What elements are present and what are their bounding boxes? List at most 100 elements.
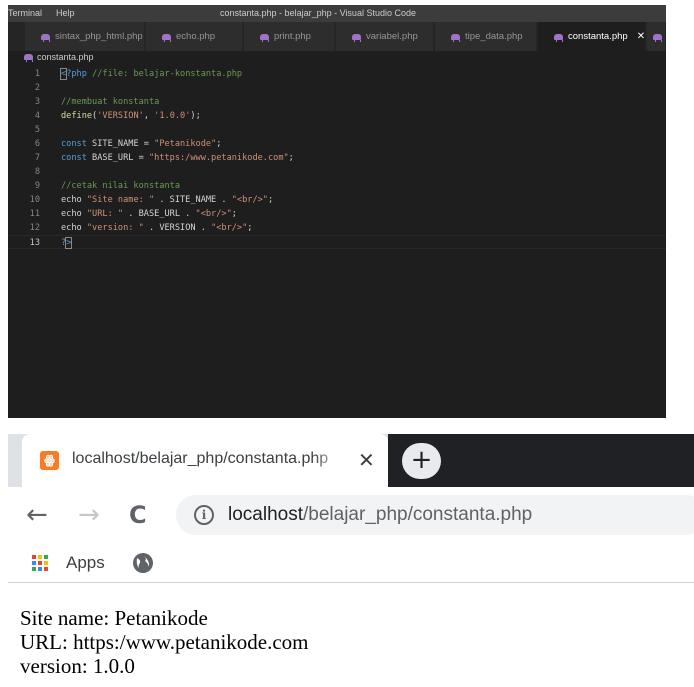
tab-echo[interactable]: echo.php bbox=[146, 22, 243, 51]
info-icon[interactable]: i bbox=[194, 505, 214, 525]
code-text: const BASE_URL = "https:/www.petanikode.… bbox=[61, 151, 294, 165]
close-icon[interactable]: ✕ bbox=[637, 22, 645, 51]
tab-label: tipe_data.php bbox=[465, 31, 523, 42]
code-token: const bbox=[61, 153, 87, 163]
code-token: define bbox=[61, 111, 93, 121]
tab-tipe-data[interactable]: tipe_data.php bbox=[435, 22, 537, 51]
php-file-icon bbox=[41, 33, 50, 42]
code-token: ; bbox=[267, 195, 274, 205]
code-line[interactable]: 5 bbox=[8, 123, 666, 137]
url-path: /belajar_php/constanta.php bbox=[303, 504, 533, 525]
php-file-icon bbox=[352, 33, 361, 42]
code-line[interactable]: 10 echo "Site name: " . SITE_NAME . "<br/… bbox=[8, 193, 666, 207]
output-line-site-name: Site name: Petanikode bbox=[20, 606, 208, 630]
code-text: <?php //file: belajar-konstanta.php bbox=[59, 67, 243, 81]
menu-help[interactable]: Help bbox=[56, 5, 75, 22]
code-line[interactable]: 1 <?php //file: belajar-konstanta.php bbox=[8, 67, 666, 81]
code-token: ?php bbox=[66, 69, 93, 79]
code-token: //membuat konstanta bbox=[61, 97, 160, 107]
tab-sintax-php-html[interactable]: sintax_php_html.php bbox=[25, 22, 145, 51]
new-tab-button[interactable]: + bbox=[402, 443, 441, 479]
code-token: "<br/>" bbox=[211, 223, 248, 233]
line-number: 4 bbox=[34, 111, 40, 121]
tab-label: echo.php bbox=[176, 31, 216, 42]
code-token: , bbox=[143, 111, 155, 121]
code-token: "<br/>" bbox=[231, 195, 268, 205]
code-line[interactable]: 6 const SITE_NAME = "Petanikode"; bbox=[8, 137, 666, 151]
apps-grid-icon[interactable] bbox=[32, 555, 48, 571]
apps-label[interactable]: Apps bbox=[66, 553, 105, 573]
code-line[interactable]: 13 ?> bbox=[8, 235, 666, 249]
window-title: constanta.php - belajar_php - Visual Stu… bbox=[220, 8, 416, 18]
apps-dot bbox=[38, 567, 42, 571]
xampp-favicon-icon: ꙮ bbox=[40, 451, 59, 470]
browser-window: ꙮ localhost/belajar_php/constanta.php ✕ … bbox=[8, 434, 694, 687]
tab-variabel[interactable]: variabel.php bbox=[336, 22, 434, 51]
vscode-window: Terminal Help constanta.php - belajar_ph… bbox=[8, 5, 666, 418]
line-number: 6 bbox=[34, 139, 40, 149]
code-token: const bbox=[61, 139, 87, 149]
address-bar[interactable]: i localhost/belajar_php/constanta.php bbox=[176, 495, 694, 535]
code-token: SITE_NAME = bbox=[86, 139, 155, 149]
back-arrow-icon[interactable]: ← bbox=[26, 499, 48, 531]
code-line[interactable]: 9 //cetak nilai konstanta bbox=[8, 179, 666, 193]
code-text: echo "Site name: " . SITE_NAME . "<br/>"… bbox=[61, 193, 273, 207]
code-line[interactable]: 4 define('VERSION', '1.0.0'); bbox=[8, 109, 666, 123]
page-content: Site name: Petanikode URL: https:/www.pe… bbox=[20, 606, 309, 678]
code-text: ?> bbox=[61, 236, 73, 250]
code-token: . VERSION . bbox=[143, 223, 212, 233]
browser-tab[interactable]: ꙮ localhost/belajar_php/constanta.php ✕ bbox=[22, 434, 388, 487]
line-number: 9 bbox=[34, 181, 40, 191]
tab-label: variabel.php bbox=[366, 31, 418, 42]
tab-overflow[interactable] bbox=[647, 22, 666, 51]
code-line[interactable]: 12 echo "version: " . VERSION . "<br/>"; bbox=[8, 221, 666, 235]
output-line-url: URL: https:/www.petanikode.com bbox=[20, 630, 309, 654]
code-token: //file: belajar-konstanta.php bbox=[92, 69, 243, 79]
tab-label: constanta.php bbox=[568, 31, 628, 42]
close-icon[interactable]: ✕ bbox=[358, 448, 375, 473]
code-text: //membuat konstanta bbox=[61, 95, 159, 109]
code-token: ; bbox=[216, 139, 222, 149]
line-number: 2 bbox=[34, 83, 40, 93]
code-token: //cetak nilai konstanta bbox=[61, 181, 180, 191]
code-token: > bbox=[65, 237, 73, 249]
code-token: "URL: " bbox=[86, 209, 124, 219]
code-token: "Petanikode" bbox=[154, 139, 217, 149]
url-text: localhost/belajar_php/constanta.php bbox=[228, 504, 532, 526]
menu-terminal[interactable]: Terminal bbox=[8, 5, 42, 22]
apps-dot bbox=[38, 555, 42, 559]
breadcrumb-file[interactable]: constanta.php bbox=[37, 51, 94, 63]
code-token: ; bbox=[288, 153, 294, 163]
code-line[interactable]: 8 bbox=[8, 165, 666, 179]
reload-icon[interactable]: C bbox=[129, 499, 147, 531]
code-token: 'VERSION' bbox=[97, 111, 144, 121]
apps-dot bbox=[32, 561, 36, 565]
code-token: "https:/www.petanikode.com" bbox=[148, 153, 289, 163]
php-file-icon bbox=[451, 33, 460, 42]
code-line[interactable]: 11 echo "URL: " . BASE_URL . "<br/>"; bbox=[8, 207, 666, 221]
code-text: echo "URL: " . BASE_URL . "<br/>"; bbox=[61, 207, 237, 221]
browser-toolbar: ← → C i localhost/belajar_php/constanta.… bbox=[8, 487, 694, 543]
apps-dot bbox=[32, 555, 36, 559]
browser-tab-strip: ꙮ localhost/belajar_php/constanta.php ✕ … bbox=[8, 434, 694, 487]
php-file-icon bbox=[554, 33, 563, 42]
code-text: define('VERSION', '1.0.0'); bbox=[61, 109, 201, 123]
code-line[interactable]: 3 //membuat konstanta bbox=[8, 95, 666, 109]
bookmarks-bar: Apps bbox=[8, 543, 694, 583]
line-number: 3 bbox=[34, 97, 40, 107]
tab-print[interactable]: print.php bbox=[244, 22, 335, 51]
code-line[interactable]: 7 const BASE_URL = "https:/www.petanikode… bbox=[8, 151, 666, 165]
breadcrumb: constanta.php bbox=[8, 51, 666, 63]
line-number: 12 bbox=[29, 223, 40, 233]
code-token: echo bbox=[61, 195, 87, 205]
editor-tab-bar: sintax_php_html.php echo.php print.php v… bbox=[8, 22, 666, 51]
code-line[interactable]: 2 bbox=[8, 81, 666, 95]
tab-label: sintax_php_html.php bbox=[55, 31, 143, 42]
code-token: echo bbox=[61, 209, 87, 219]
tab-label: print.php bbox=[274, 31, 311, 42]
line-number: 11 bbox=[29, 209, 40, 219]
forward-arrow-icon[interactable]: → bbox=[78, 499, 100, 531]
apps-dot bbox=[32, 567, 36, 571]
globe-icon[interactable] bbox=[133, 553, 153, 573]
tab-constanta[interactable]: constanta.php ✕ bbox=[538, 22, 646, 51]
